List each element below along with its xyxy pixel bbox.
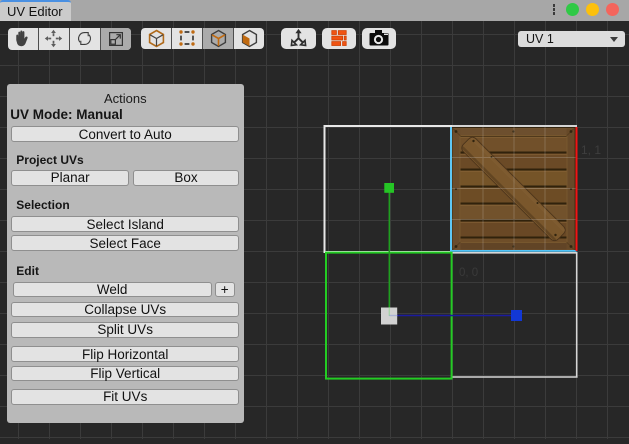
svg-text:1, 1: 1, 1 <box>581 143 601 157</box>
svg-text:0, 0: 0, 0 <box>459 267 478 279</box>
